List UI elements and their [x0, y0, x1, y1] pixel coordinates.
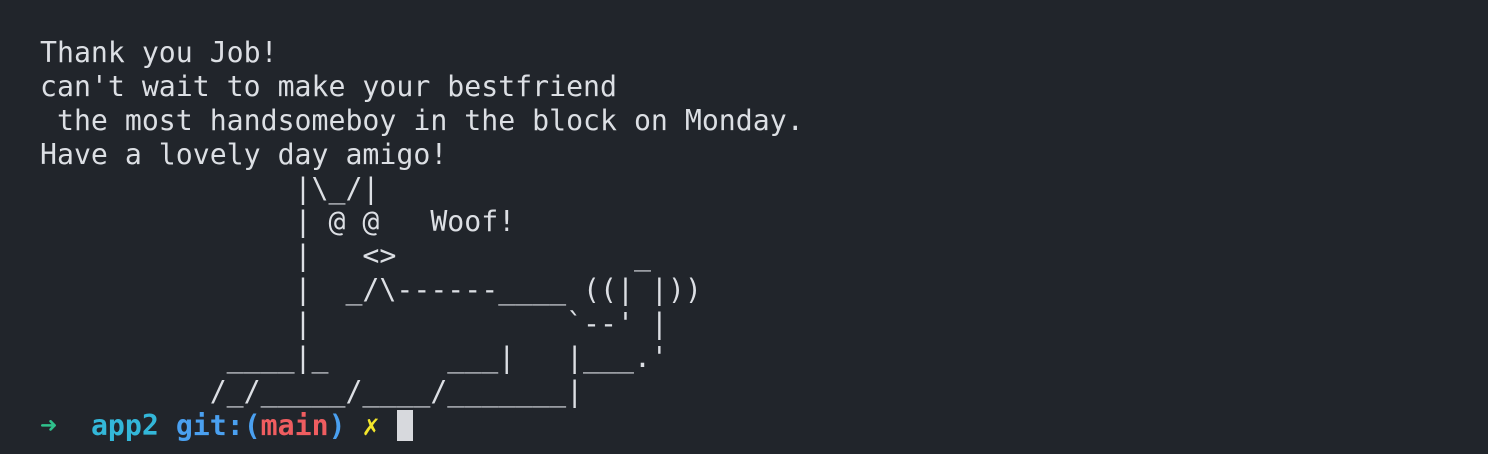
output-line: the most handsomeboy in the block on Mon… [40, 103, 804, 137]
ascii-art-line: /_/_____/____/_______| [40, 374, 584, 408]
ascii-art-line: | _/\------____ ((| |)) [40, 273, 702, 307]
output-line: can't wait to make your bestfriend [40, 69, 617, 103]
dirty-marker-icon: ✗ [362, 408, 380, 442]
shell-prompt[interactable]: ➜ app2 git:(main) ✗ [40, 409, 1488, 443]
current-directory: app2 [90, 408, 159, 442]
ascii-art-line: | @ @ Woof! [40, 205, 516, 239]
git-branch: main [260, 408, 329, 442]
ascii-art-line: | <> _ [40, 239, 651, 273]
ascii-art-line: | `--' | [40, 307, 668, 341]
output-line: Have a lovely day amigo! [40, 137, 448, 171]
git-label-close: ) [328, 408, 346, 442]
git-label: git:( [175, 408, 261, 442]
output-line: Thank you Job! [40, 36, 278, 69]
text-cursor[interactable] [396, 409, 413, 441]
terminal-window[interactable]: Thank you Job! can't wait to make your b… [0, 0, 1488, 454]
ascii-art-line: ____|_ ___| |___.' [40, 341, 668, 375]
prompt-arrow-icon: ➜ [40, 408, 57, 442]
ascii-art-line: |\_/| [40, 171, 380, 205]
